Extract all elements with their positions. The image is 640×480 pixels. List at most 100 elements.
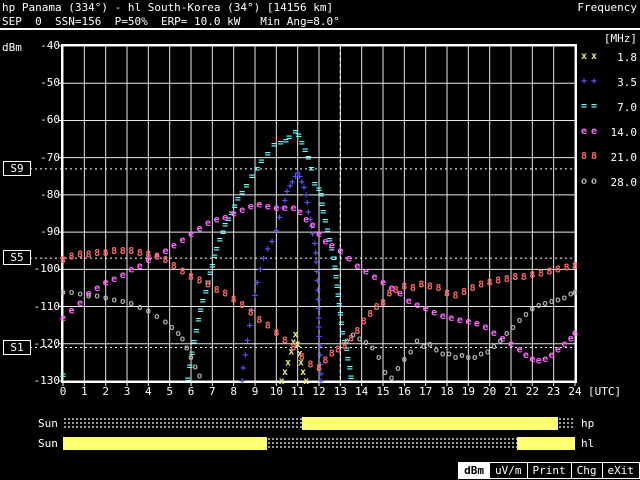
x-tick-label: 20 [483, 385, 497, 398]
marker-7.0MHz: = [348, 372, 354, 383]
x-tick-label: 7 [209, 385, 216, 398]
marker-14.0MHz: e [431, 307, 437, 318]
marker-21.0MHz: 8 [290, 343, 296, 354]
marker-7.0MHz: = [331, 253, 337, 264]
y-tick-label: -80 [40, 187, 60, 201]
marker-3.5MHz: + [315, 285, 321, 296]
station-label-hl: hl [581, 437, 595, 450]
marker-21.0MHz: 8 [77, 250, 83, 261]
marker-14.0MHz: e [205, 218, 211, 229]
marker-7.0MHz: = [187, 361, 193, 372]
marker-28.0MHz: o [572, 288, 577, 298]
marker-7.0MHz: = [320, 207, 326, 218]
marker-14.0MHz: e [265, 201, 271, 212]
marker-21.0MHz: 8 [256, 315, 262, 326]
marker-21.0MHz: 8 [231, 294, 237, 305]
marker-14.0MHz: e [137, 261, 143, 272]
marker-28.0MHz: o [184, 344, 189, 354]
marker-21.0MHz: 8 [444, 289, 450, 300]
s-marker-S5: S5 [3, 250, 31, 266]
x-tick-label: 4 [145, 385, 152, 398]
marker-7.0MHz: = [203, 287, 209, 298]
marker-28.0MHz: o [77, 290, 82, 300]
marker-7.0MHz: = [232, 201, 238, 212]
marker-14.0MHz: e [561, 339, 567, 350]
marker-7.0MHz: = [283, 136, 289, 147]
marker-21.0MHz: 8 [273, 328, 279, 339]
marker-28.0MHz: o [459, 351, 464, 361]
marker-28.0MHz: o [103, 293, 108, 303]
marker-7.0MHz: = [265, 149, 271, 160]
marker-21.0MHz: 8 [470, 283, 476, 294]
marker-3.5MHz: + [313, 257, 319, 268]
x-tick-label: 22 [525, 385, 539, 398]
marker-3.5MHz: + [265, 244, 271, 255]
x-tick-label: 12 [312, 385, 326, 398]
marker-7.0MHz: = [335, 291, 341, 302]
x-tick-label: 11 [291, 385, 305, 398]
marker-28.0MHz: o [453, 353, 458, 363]
marker-7.0MHz: = [312, 179, 318, 190]
sun-segment-light [301, 417, 558, 430]
marker-14.0MHz: e [111, 274, 117, 285]
marker-28.0MHz: o [530, 305, 535, 315]
legend-label-1.8MHz: 1.8 [617, 51, 637, 64]
y-tick-label: -60 [40, 113, 60, 127]
marker-3.5MHz: + [304, 198, 310, 209]
marker-3.5MHz: + [254, 278, 260, 289]
marker-14.0MHz: e [397, 289, 403, 300]
marker-14.0MHz: e [406, 296, 412, 307]
marker-14.0MHz: e [316, 229, 322, 240]
marker-21.0MHz: 8 [521, 272, 527, 283]
button-dbm[interactable]: dBm [458, 462, 489, 479]
marker-21.0MHz: 8 [120, 246, 126, 257]
marker-7.0MHz: = [278, 138, 284, 149]
sun-row-label: Sun [38, 437, 58, 450]
marker-14.0MHz: e [214, 214, 220, 225]
marker-3.5MHz: + [297, 171, 303, 182]
x-tick-label: 13 [333, 385, 347, 398]
marker-1.8MHz: x [290, 337, 296, 348]
marker-28.0MHz: o [402, 355, 407, 365]
x-tick-label: 18 [440, 385, 454, 398]
marker-7.0MHz: = [345, 354, 351, 365]
marker-14.0MHz: e [549, 350, 555, 361]
marker-3.5MHz: + [316, 322, 322, 333]
marker-14.0MHz: e [60, 313, 66, 324]
button-chg[interactable]: Chg [570, 462, 602, 479]
marker-3.5MHz: + [317, 341, 323, 352]
marker-14.0MHz: e [536, 356, 542, 367]
button-print[interactable]: Print [526, 462, 571, 479]
x-tick-label: 23 [547, 385, 561, 398]
s-marker-S1: S1 [3, 339, 31, 355]
s-marker-S9: S9 [3, 160, 31, 176]
marker-7.0MHz: = [322, 216, 328, 227]
marker-21.0MHz: 8 [69, 252, 75, 263]
marker-28.0MHz: o [542, 299, 547, 309]
marker-28.0MHz: o [395, 364, 400, 374]
x-tick-label: 9 [251, 385, 259, 398]
marker-7.0MHz: = [318, 190, 324, 201]
marker-14.0MHz: e [329, 240, 335, 251]
marker-28.0MHz: o [86, 292, 91, 302]
marker-3.5MHz: + [280, 203, 286, 214]
button-uvm[interactable]: uV/m [489, 462, 527, 479]
marker-1.8MHz: x [285, 358, 291, 369]
marker-7.0MHz: = [302, 145, 308, 156]
marker-21.0MHz: 8 [512, 272, 518, 283]
button-exit[interactable]: eXit [601, 462, 640, 479]
marker-3.5MHz: + [317, 350, 323, 361]
x-tick-label: 17 [419, 385, 433, 398]
marker-14.0MHz: e [380, 278, 386, 289]
marker-7.0MHz: = [185, 374, 191, 385]
marker-21.0MHz: 8 [60, 255, 66, 266]
marker-21.0MHz: 8 [111, 246, 117, 257]
marker-7.0MHz: = [214, 244, 220, 255]
marker-3.5MHz: + [284, 186, 290, 197]
marker-3.5MHz: + [299, 177, 305, 188]
x-tick-label: 19 [461, 385, 475, 398]
marker-14.0MHz: e [290, 203, 296, 214]
marker-7.0MHz: = [271, 140, 277, 151]
marker-28.0MHz: o [344, 336, 349, 346]
marker-7.0MHz: = [258, 157, 264, 168]
